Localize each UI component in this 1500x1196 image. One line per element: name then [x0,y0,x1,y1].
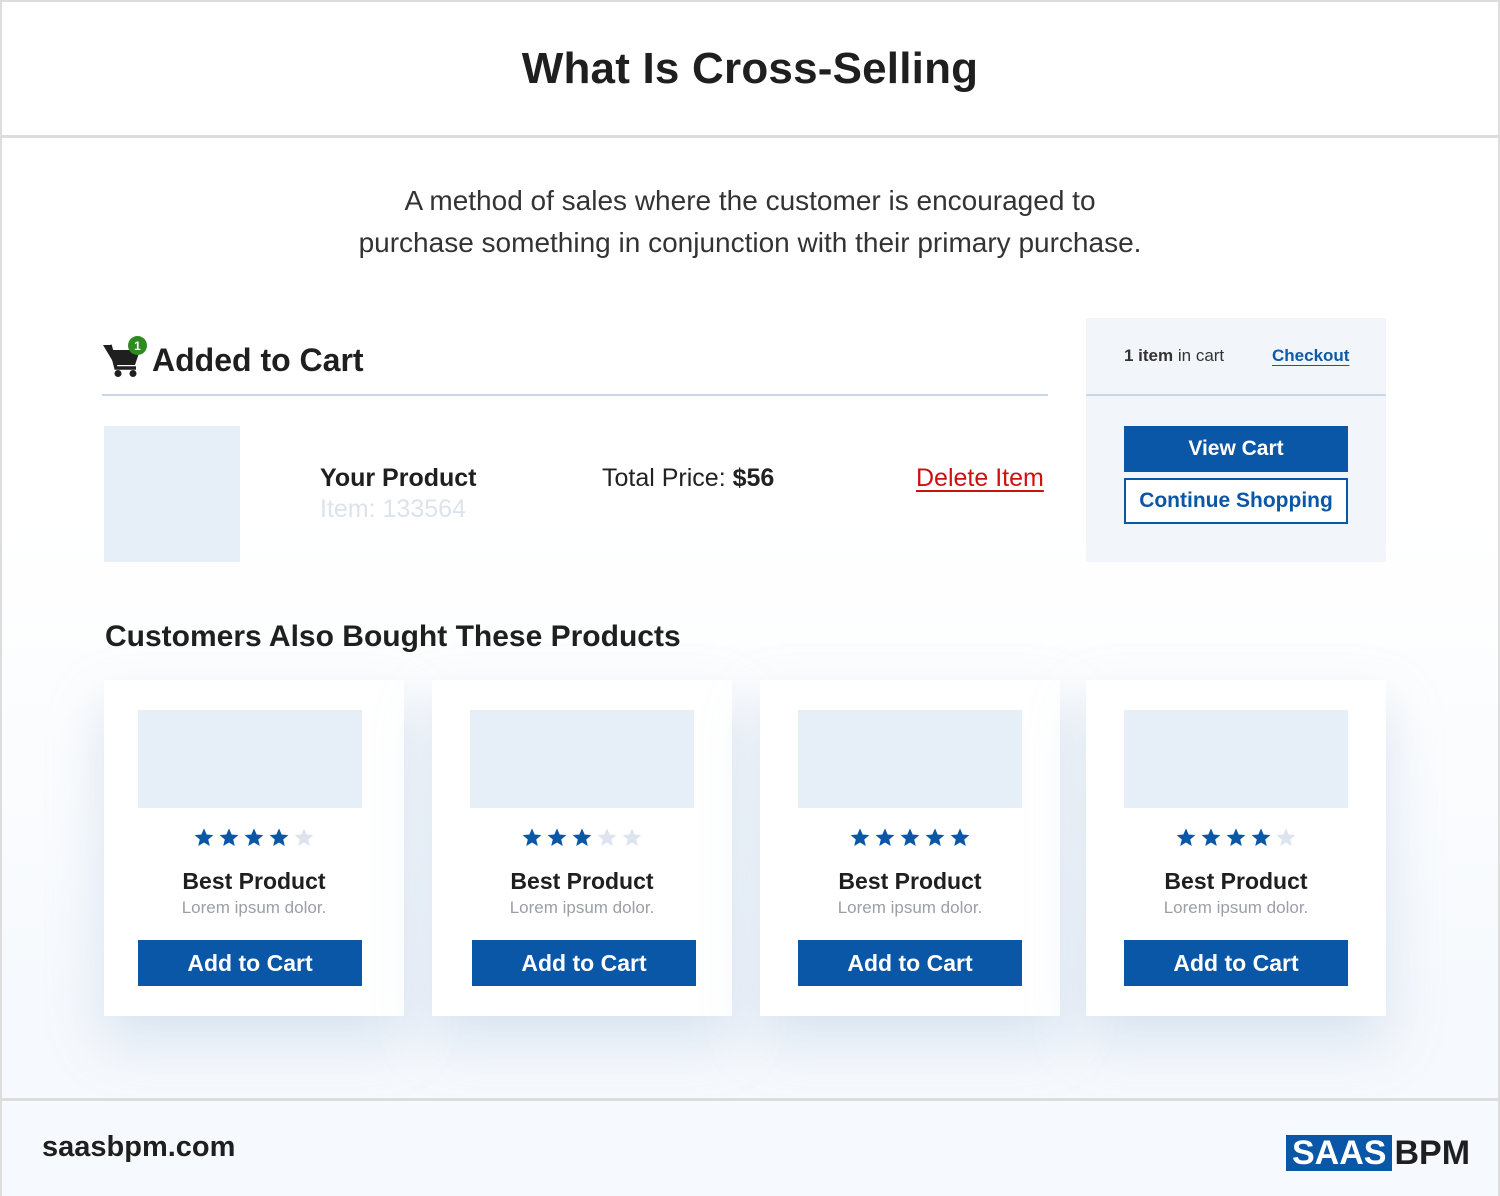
star-filled-icon [219,828,239,846]
star-filled-icon [900,828,920,846]
card-title[interactable]: Best Product [104,868,404,895]
cart-item-count-rest: in cart [1173,346,1225,365]
add-to-cart-button[interactable]: Add to Cart [798,940,1022,986]
product-thumbnail[interactable] [104,426,240,562]
product-name[interactable]: Your Product [320,464,476,493]
cart-summary-header: 1 item in cart Checkout [1086,318,1386,396]
page-subtitle: A method of sales where the customer is … [2,180,1498,264]
star-rating [432,827,732,849]
star-filled-icon [1226,828,1246,846]
page-title: What Is Cross-Selling [521,43,979,93]
star-filled-icon [925,828,945,846]
cart-summary-panel: 1 item in cart Checkout View Cart Contin… [1086,318,1386,562]
card-description: Lorem ipsum dolor. [509,898,655,917]
card-thumbnail[interactable] [1124,710,1348,808]
card-title[interactable]: Best Product [432,868,732,895]
cart-count-badge: 1 [128,336,147,355]
total-price-value: $56 [732,464,775,492]
card-description: Lorem ipsum dolor. [1163,898,1309,917]
delete-item-link[interactable]: Delete Item [916,464,1044,493]
star-rating [760,827,1060,849]
star-filled-icon [1251,828,1271,846]
subtitle-line-1: A method of sales where the customer is … [404,185,1096,216]
add-to-cart-button[interactable]: Add to Cart [1124,940,1348,986]
card-description: Lorem ipsum dolor. [181,898,327,917]
brand-logo: SAAS BPM [1286,1135,1470,1171]
product-card: Best Product Lorem ipsum dolor. Add to C… [432,680,732,1016]
product-card: Best Product Lorem ipsum dolor. Add to C… [104,680,404,1016]
star-filled-icon [1176,828,1196,846]
star-empty-icon [622,828,642,846]
star-empty-icon [1276,828,1296,846]
card-title[interactable]: Best Product [760,868,1060,895]
total-price-label: Total Price: [602,464,733,492]
add-to-cart-button[interactable]: Add to Cart [138,940,362,986]
view-cart-button[interactable]: View Cart [1124,426,1348,472]
product-card: Best Product Lorem ipsum dolor. Add to C… [760,680,1060,1016]
star-filled-icon [244,828,264,846]
star-filled-icon [1201,828,1221,846]
star-rating [1086,827,1386,849]
product-item-number: Item: 133564 [320,495,466,523]
logo-part-saas: SAAS [1286,1135,1393,1171]
star-filled-icon [522,828,542,846]
cart-item-count: 1 item in cart [1124,346,1224,366]
card-thumbnail[interactable] [798,710,1022,808]
page-header: What Is Cross-Selling [2,2,1498,138]
checkout-link[interactable]: Checkout [1272,346,1349,366]
subtitle-line-2: purchase something in conjunction with t… [358,227,1142,258]
page-frame: What Is Cross-Selling A method of sales … [0,0,1500,1196]
star-filled-icon [547,828,567,846]
added-to-cart-title: Added to Cart [152,342,364,378]
page-footer: saasbpm.com SAAS BPM [2,1098,1498,1196]
star-empty-icon [597,828,617,846]
star-filled-icon [850,828,870,846]
product-card: Best Product Lorem ipsum dolor. Add to C… [1086,680,1386,1016]
star-filled-icon [875,828,895,846]
star-filled-icon [950,828,970,846]
star-rating [104,827,404,849]
star-filled-icon [194,828,214,846]
add-to-cart-button[interactable]: Add to Cart [472,940,696,986]
card-title[interactable]: Best Product [1086,868,1386,895]
card-description: Lorem ipsum dolor. [837,898,983,917]
star-filled-icon [269,828,289,846]
card-thumbnail[interactable] [470,710,694,808]
star-empty-icon [294,828,314,846]
total-price: Total Price: $56 [602,464,774,493]
logo-part-bpm: BPM [1394,1134,1471,1172]
added-to-cart-header: 1 Added to Cart [102,336,1048,396]
recommendations-title: Customers Also Bought These Products [105,620,681,653]
card-thumbnail[interactable] [138,710,362,808]
site-url[interactable]: saasbpm.com [42,1131,235,1164]
star-filled-icon [572,828,592,846]
cart-item-count-bold: 1 item [1124,346,1174,365]
continue-shopping-button[interactable]: Continue Shopping [1124,478,1348,524]
